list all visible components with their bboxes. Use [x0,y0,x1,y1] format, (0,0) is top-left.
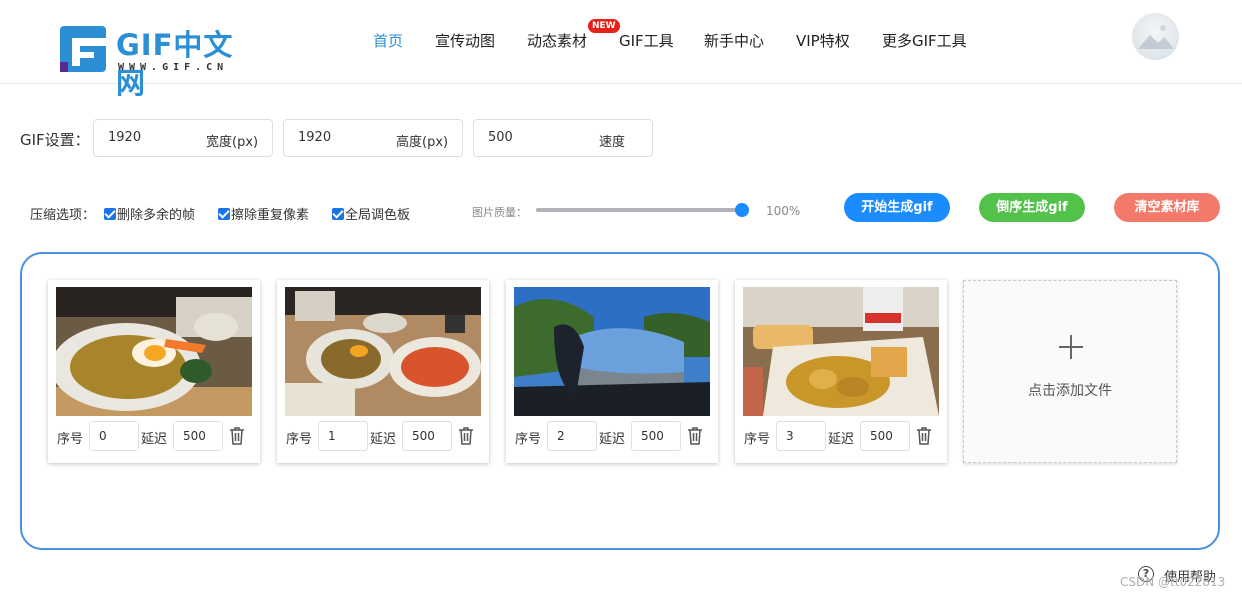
quality-slider-thumb[interactable] [735,203,749,217]
frame-card: 序号 3 延迟 500 [735,280,947,463]
width-value: 1920 [108,130,142,145]
speed-field[interactable]: 500 速度 [473,119,653,157]
logo-subtitle: WWW.GIF.CN [118,62,229,73]
frame-delay-input[interactable]: 500 [860,421,910,451]
nav-item-gif-tools[interactable]: GIF工具 [619,30,674,52]
frame-delay-label: 延迟 [141,432,168,447]
frame-thumbnail[interactable] [285,287,481,416]
option-label: 全局调色板 [345,208,411,223]
frame-index-label: 序号 [57,432,84,447]
new-badge: NEW [588,19,620,33]
frame-delay-label: 延迟 [370,432,397,447]
start-generate-button[interactable]: 开始生成gif [844,193,950,222]
frame-card: 序号 2 延迟 500 [506,280,718,463]
quality-label: 图片质量： [472,206,527,219]
frame-thumbnail[interactable] [56,287,252,416]
frame-delay-input[interactable]: 500 [631,421,681,451]
speed-value: 500 [488,130,513,145]
option-global-palette[interactable]: 全局调色板 [332,204,410,223]
frame-card: 序号 0 延迟 500 [48,280,260,463]
nav-item-home[interactable]: 首页 [373,30,403,52]
checkbox-checked-icon[interactable] [104,208,116,220]
frame-delay-label: 延迟 [828,432,855,447]
frame-index-input[interactable]: 1 [318,421,368,451]
nav-item-promo-gif[interactable]: 宣传动图 [435,30,495,52]
checkbox-checked-icon[interactable] [218,208,230,220]
add-file-button[interactable]: 点击添加文件 [963,280,1177,463]
option-remove-redundant-frames[interactable]: 删除多余的帧 [104,204,195,223]
logo-mark-icon [60,26,106,72]
site-logo[interactable]: GIF中文网 WWW.GIF.CN [60,26,260,100]
nav-item-more-gif-tools[interactable]: 更多GIF工具 [882,30,967,52]
frame-index-input[interactable]: 0 [89,421,139,451]
trash-icon[interactable] [687,427,703,445]
nav-item-dynamic-material[interactable]: 动态素材 [527,30,587,52]
frame-delay-input[interactable]: 500 [402,421,452,451]
height-value: 1920 [298,130,332,145]
user-avatar[interactable] [1132,13,1179,60]
quality-slider-track[interactable] [536,208,742,212]
site-header: GIF中文网 WWW.GIF.CN 首页 宣传动图 动态素材 GIF工具 新手中… [0,0,1242,100]
frame-delay-input[interactable]: 500 [173,421,223,451]
frame-delay-label: 延迟 [599,432,626,447]
frame-thumbnail[interactable] [743,287,939,416]
avatar-placeholder-icon [1138,25,1174,49]
frame-index-label: 序号 [515,432,542,447]
plus-icon [1059,335,1083,359]
clear-materials-button[interactable]: 清空素材库 [1114,193,1220,222]
add-file-label: 点击添加文件 [1028,383,1112,399]
frame-card: 序号 1 延迟 500 [277,280,489,463]
quality-slider-fill [536,208,742,212]
frame-index-input[interactable]: 3 [776,421,826,451]
height-field[interactable]: 1920 高度(px) [283,119,463,157]
watermark: CSDN @tt022813 [1120,575,1226,589]
frame-index-input[interactable]: 2 [547,421,597,451]
nav-item-vip[interactable]: VIP特权 [796,30,850,52]
option-label: 删除多余的帧 [117,208,196,223]
speed-unit: 速度 [599,135,626,150]
quality-value: 100% [766,204,801,218]
option-label: 擦除重复像素 [231,208,310,223]
nav-item-beginner-center[interactable]: 新手中心 [704,30,764,52]
reverse-generate-button[interactable]: 倒序生成gif [979,193,1085,222]
trash-icon[interactable] [916,427,932,445]
frame-index-label: 序号 [286,432,313,447]
checkbox-checked-icon[interactable] [332,208,344,220]
option-erase-duplicate-pixels[interactable]: 擦除重复像素 [218,204,309,223]
frame-index-label: 序号 [744,432,771,447]
width-field[interactable]: 1920 宽度(px) [93,119,273,157]
trash-icon[interactable] [229,427,245,445]
gif-settings-label: GIF设置： [20,131,90,149]
height-unit: 高度(px) [396,135,449,150]
frame-thumbnail[interactable] [514,287,710,416]
trash-icon[interactable] [458,427,474,445]
width-unit: 宽度(px) [206,135,259,150]
compression-label: 压缩选项： [30,208,96,223]
